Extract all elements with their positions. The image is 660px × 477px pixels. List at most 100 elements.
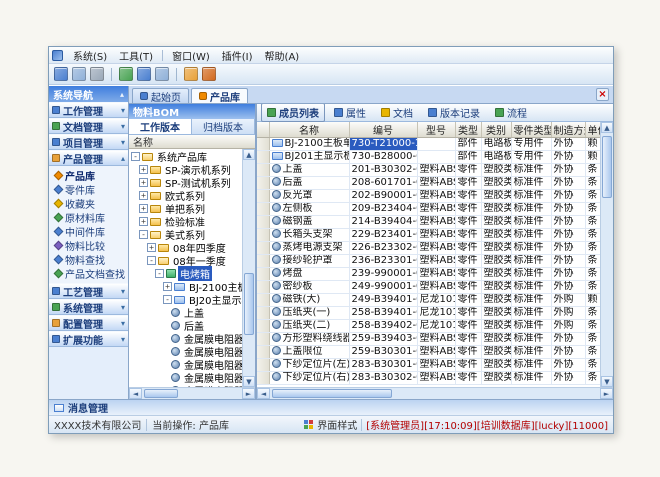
refresh-icon[interactable] xyxy=(119,67,133,81)
table-cell[interactable]: 颗 xyxy=(585,138,600,151)
column-header[interactable]: 名称 xyxy=(269,122,349,138)
tree-horizontal-scrollbar[interactable]: ◄ ► xyxy=(129,387,255,399)
table-cell[interactable]: 下纱定位片(左) xyxy=(269,359,349,372)
table-cell[interactable]: 外协 xyxy=(551,268,585,281)
table-cell[interactable]: 密纱板 xyxy=(269,281,349,294)
table-cell[interactable]: 塑胶类 xyxy=(481,190,511,203)
table-row[interactable]: BJ-2100主板单点730-T21000-12E部件电路板专用件外协颗 xyxy=(257,138,600,151)
table-cell[interactable]: 零件 xyxy=(455,320,481,333)
table-cell[interactable]: 磁钢盖 xyxy=(269,216,349,229)
table-cell[interactable]: 条 xyxy=(585,359,600,372)
exit-icon[interactable] xyxy=(202,67,216,81)
table-horizontal-scrollbar[interactable]: ◄ ► xyxy=(257,387,613,399)
table-cell[interactable]: 部件 xyxy=(455,151,481,164)
row-indicator[interactable] xyxy=(257,138,269,151)
table-cell[interactable]: 磁铁(大) xyxy=(269,294,349,307)
table-cell[interactable]: 标准件 xyxy=(511,203,551,216)
table-cell[interactable]: 标准件 xyxy=(511,177,551,190)
table-row[interactable]: 长箱头支架229-B23401-00E塑料ABS零件塑胶类标准件外协条 xyxy=(257,229,600,242)
table-cell[interactable]: 外协 xyxy=(551,281,585,294)
table-cell[interactable]: 条 xyxy=(585,268,600,281)
table-cell[interactable]: 标准件 xyxy=(511,294,551,307)
column-header[interactable]: 类别 xyxy=(481,122,511,138)
row-indicator[interactable] xyxy=(257,229,269,242)
tree-expander-icon[interactable]: - xyxy=(147,256,156,265)
table-cell[interactable]: 塑胶类 xyxy=(481,281,511,294)
row-indicator[interactable] xyxy=(257,320,269,333)
row-indicator[interactable] xyxy=(257,216,269,229)
table-cell[interactable]: 外协 xyxy=(551,346,585,359)
column-header[interactable]: 制造方式 xyxy=(551,122,585,138)
detail-tab[interactable]: 流程 xyxy=(489,104,533,122)
table-cell[interactable]: 259-B39403-00E xyxy=(349,333,417,346)
table-cell[interactable]: 239-990001-01E xyxy=(349,268,417,281)
table-cell[interactable]: 外协 xyxy=(551,164,585,177)
table-cell[interactable]: 外协 xyxy=(551,138,585,151)
tree-vertical-scrollbar[interactable]: ▲ ▼ xyxy=(242,149,255,387)
table-cell[interactable]: 209-B23404-01E xyxy=(349,203,417,216)
sidebar-item[interactable]: 产品库 xyxy=(49,168,128,182)
table-cell[interactable]: 塑料ABS xyxy=(417,281,455,294)
table-cell[interactable]: 塑胶类 xyxy=(481,307,511,320)
table-cell[interactable]: 尼龙1010 xyxy=(417,294,455,307)
row-indicator[interactable] xyxy=(257,307,269,320)
table-cell[interactable]: 上盖限位 xyxy=(269,346,349,359)
sidebar-section[interactable]: 工作管理▾ xyxy=(49,102,128,118)
table-cell[interactable]: 塑胶类 xyxy=(481,229,511,242)
table-cell[interactable]: 外协 xyxy=(551,177,585,190)
column-header[interactable]: 编号 xyxy=(349,122,417,138)
row-indicator[interactable] xyxy=(257,164,269,177)
table-cell[interactable]: 零件 xyxy=(455,242,481,255)
table-cell[interactable]: 229-B23401-00E xyxy=(349,229,417,242)
table-row[interactable]: 上盖限位259-B30301-00E塑料ABS零件塑胶类标准件外协条 xyxy=(257,346,600,359)
table-cell[interactable]: 电路板 xyxy=(481,151,511,164)
table-cell[interactable]: 283-B30301-00E xyxy=(349,359,417,372)
table-row[interactable]: 压纸夹(二)258-B39402-00E尼龙1010零件塑胶类标准件外购条 xyxy=(257,320,600,333)
row-indicator[interactable] xyxy=(257,268,269,281)
column-header[interactable]: 型号 xyxy=(417,122,455,138)
sidebar-item[interactable]: 物料比较 xyxy=(49,238,128,252)
close-tab-button[interactable]: × xyxy=(596,88,609,101)
table-cell[interactable]: 塑料ABS xyxy=(417,216,455,229)
table-cell[interactable]: 塑料ABS xyxy=(417,268,455,281)
table-cell[interactable]: 条 xyxy=(585,346,600,359)
table-cell[interactable]: 塑料ABS xyxy=(417,255,455,268)
table-cell[interactable]: 蒸烤电源支架 xyxy=(269,242,349,255)
table-cell[interactable]: 标准件 xyxy=(511,320,551,333)
table-cell[interactable]: 条 xyxy=(585,164,600,177)
table-cell[interactable]: 249-990001-01E xyxy=(349,281,417,294)
sidebar-section[interactable]: 系统管理▾ xyxy=(49,299,128,315)
sidebar-item[interactable]: 原材料库 xyxy=(49,210,128,224)
detail-tab[interactable]: 版本记录 xyxy=(422,104,486,122)
table-cell[interactable]: 外协 xyxy=(551,333,585,346)
table-cell[interactable]: 尼龙1010 xyxy=(417,307,455,320)
app-icon[interactable] xyxy=(52,50,63,61)
table-cell[interactable]: 条 xyxy=(585,281,600,294)
table-cell[interactable]: 颗 xyxy=(585,294,600,307)
table-cell[interactable]: 零件 xyxy=(455,268,481,281)
table-cell[interactable]: 塑胶类 xyxy=(481,268,511,281)
detail-tab[interactable]: 属性 xyxy=(328,104,372,122)
row-indicator[interactable] xyxy=(257,281,269,294)
table-cell[interactable]: 反光罩 xyxy=(269,190,349,203)
table-cell[interactable]: 外购 xyxy=(551,294,585,307)
menu-item[interactable]: 工具(T) xyxy=(113,47,159,64)
table-cell[interactable]: 塑胶类 xyxy=(481,177,511,190)
table-scroll-thumb[interactable] xyxy=(602,136,612,198)
table-cell[interactable]: 标准件 xyxy=(511,216,551,229)
table-cell[interactable]: 外协 xyxy=(551,242,585,255)
table-cell[interactable]: 外协 xyxy=(551,216,585,229)
table-cell[interactable]: 塑胶类 xyxy=(481,242,511,255)
tree-expander-icon[interactable]: + xyxy=(147,243,156,252)
table-row[interactable]: 上盖201-B30302-00E塑料ABS零件塑胶类标准件外协条 xyxy=(257,164,600,177)
row-indicator[interactable] xyxy=(257,255,269,268)
table-cell[interactable]: 塑胶类 xyxy=(481,255,511,268)
table-row[interactable]: 后盖208-601701-01E塑料ABS零件塑胶类标准件外协条 xyxy=(257,177,600,190)
table-cell[interactable]: 长箱头支架 xyxy=(269,229,349,242)
sidebar-section[interactable]: 文档管理▾ xyxy=(49,118,128,134)
scroll-left-icon[interactable]: ◄ xyxy=(257,388,270,399)
ui-style-label[interactable]: 界面样式 xyxy=(317,417,357,432)
sidebar-collapse-icon[interactable]: ▴ xyxy=(120,90,124,99)
sidebar-section[interactable]: 配置管理▾ xyxy=(49,315,128,331)
table-cell[interactable]: 零件 xyxy=(455,294,481,307)
